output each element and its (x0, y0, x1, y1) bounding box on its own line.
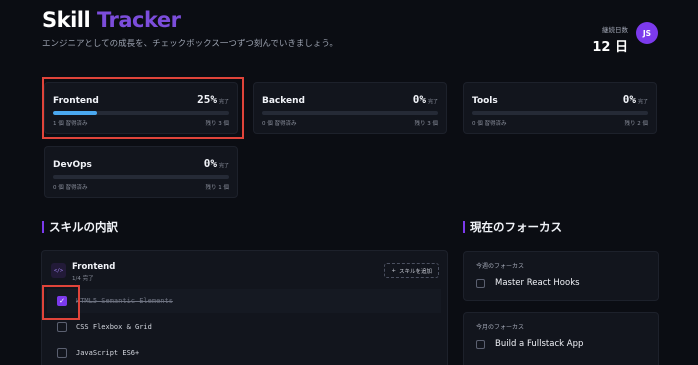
skill-name: HTML5 Semantic Elements (76, 297, 173, 305)
streak-value: 12 日 (592, 40, 628, 55)
highlight-frame (42, 77, 244, 139)
focus-item-text: Master React Hooks (495, 278, 580, 288)
code-icon: </> (51, 263, 66, 278)
add-skill-button[interactable]: + スキルを追加 (384, 263, 439, 278)
skill-checkbox[interactable] (57, 322, 67, 332)
category-remaining-count: 残り 3 個 (414, 121, 439, 127)
category-name: DevOps (53, 160, 92, 170)
category-done-count: 0 個 習得済み (472, 121, 507, 127)
avatar[interactable]: JS (636, 22, 658, 44)
section-title-focus: 現在のフォーカス (463, 221, 562, 233)
streak-label: 継続日数 (602, 26, 628, 34)
focus-card-weekly: 今週のフォーカス Master React Hooks (463, 251, 659, 301)
plus-icon: + (391, 267, 396, 274)
focus-card-monthly: 今月のフォーカス Build a Fullstack App (463, 312, 659, 365)
category-card-backend[interactable]: Backend 0% 完了 0 個 習得済み 残り 3 個 (253, 82, 447, 134)
streak-counter: 継続日数 12 日 (592, 24, 628, 55)
skill-group-name: Frontend (72, 262, 116, 272)
highlight-frame (42, 285, 80, 320)
skill-group-panel: </> Frontend 1/4 完了 + スキルを追加 ✓ HTML5 Sem… (41, 250, 448, 365)
category-name: Tools (472, 96, 498, 106)
category-card-devops[interactable]: DevOps 0% 完了 0 個 習得済み 残り 1 個 (44, 146, 238, 198)
progress-bar (472, 111, 648, 115)
progress-bar (262, 111, 438, 115)
focus-item-text: Build a Fullstack App (495, 339, 584, 349)
category-name: Backend (262, 96, 305, 106)
app-title-accent: Tracker (97, 8, 181, 32)
category-done-count: 0 個 習得済み (53, 185, 88, 191)
skill-row[interactable]: JavaScript ES6+ (47, 341, 441, 365)
category-percent: 0% 完了 (412, 93, 438, 106)
app-title-main: Skill (42, 8, 91, 32)
focus-checkbox[interactable] (476, 339, 485, 349)
category-remaining-count: 残り 1 個 (205, 185, 230, 191)
category-percent: 0% 完了 (622, 93, 648, 106)
category-card-tools[interactable]: Tools 0% 完了 0 個 習得済み 残り 2 個 (463, 82, 657, 134)
app-subtitle: エンジニアとしての成長を、チェックボックス一つずつ刻んでいきましょう。 (42, 39, 338, 49)
skill-checkbox[interactable] (57, 348, 67, 358)
app-header: Skill Tracker エンジニアとしての成長を、チェックボックス一つずつ刻… (42, 8, 658, 52)
add-skill-label: スキルを追加 (398, 268, 432, 275)
focus-checkbox[interactable] (476, 278, 485, 288)
focus-label: 今週のフォーカス (476, 263, 525, 270)
category-done-count: 0 個 習得済み (262, 121, 297, 127)
category-percent: 0% 完了 (203, 157, 229, 170)
skill-name: JavaScript ES6+ (76, 349, 140, 357)
progress-bar (53, 175, 229, 179)
focus-label: 今月のフォーカス (476, 324, 525, 331)
skill-group-count: 1/4 完了 (72, 276, 94, 282)
skill-row[interactable]: CSS Flexbox & Grid (47, 315, 441, 339)
category-remaining-count: 残り 2 個 (624, 121, 649, 127)
skill-row[interactable]: ✓ HTML5 Semantic Elements (47, 289, 441, 313)
skill-name: CSS Flexbox & Grid (76, 323, 152, 331)
app-title: Skill Tracker (42, 8, 658, 32)
section-title-breakdown: スキルの内訳 (42, 221, 118, 233)
